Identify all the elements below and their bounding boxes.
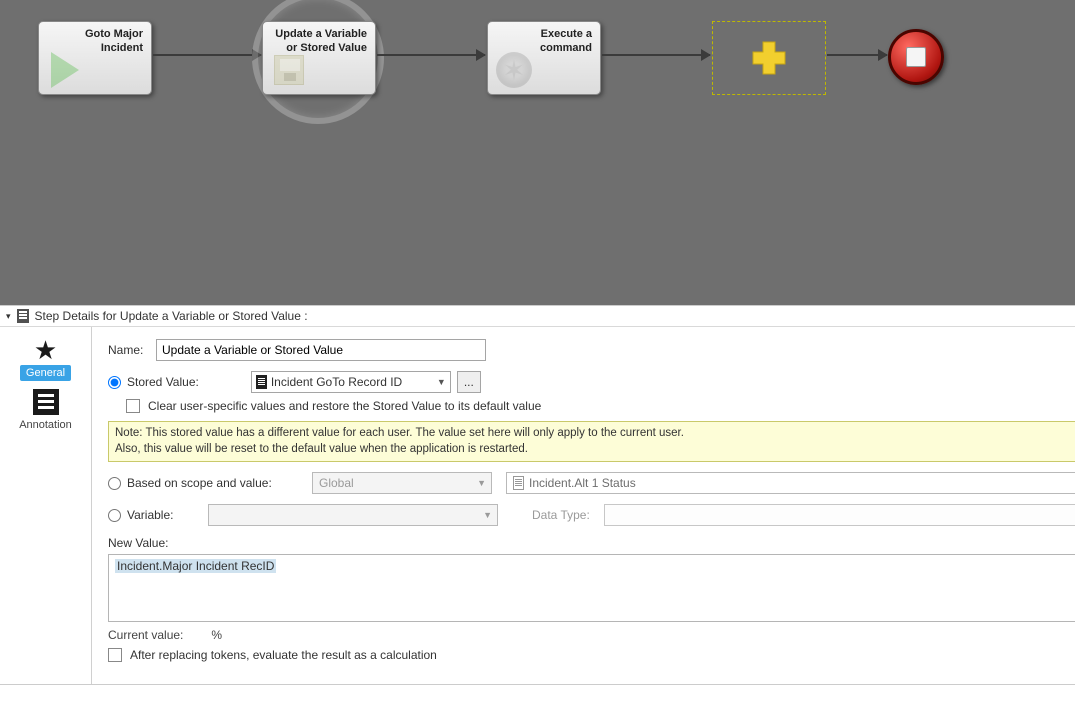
stored-value-select[interactable]: Incident GoTo Record ID ▼ <box>251 371 451 393</box>
step-execute-command[interactable]: Execute a command <box>487 21 601 95</box>
clear-values-label: Clear user-specific values and restore t… <box>148 399 541 413</box>
name-label: Name: <box>108 343 156 357</box>
details-header-icon <box>17 309 29 323</box>
scope-field[interactable]: Incident.Alt 1 Status <box>506 472 1075 494</box>
evaluate-calc-checkbox[interactable] <box>108 648 122 662</box>
play-icon <box>47 52 83 88</box>
star-icon: ★ <box>0 337 91 363</box>
name-input[interactable] <box>156 339 486 361</box>
variable-combo[interactable]: ▼ <box>208 504 498 526</box>
step-update-variable[interactable]: Update a Variable or Stored Value <box>262 21 376 95</box>
scope-radio[interactable] <box>108 477 121 490</box>
stop-node[interactable] <box>888 29 944 85</box>
note-line-2: Also, this value will be reset to the de… <box>115 442 1069 458</box>
evaluate-calc-label: After replacing tokens, evaluate the res… <box>130 648 437 662</box>
new-value-textarea[interactable]: Incident.Major Incident RecID <box>108 554 1075 622</box>
step-label: Goto Major Incident <box>47 28 143 56</box>
scope-combo-value: Global <box>319 476 354 490</box>
variable-radio[interactable] <box>108 509 121 522</box>
clear-values-checkbox[interactable] <box>126 399 140 413</box>
step-details-header: ▾ Step Details for Update a Variable or … <box>0 305 1075 327</box>
new-value-label: New Value: <box>108 536 168 550</box>
tab-general[interactable]: ★ General <box>0 337 91 385</box>
tab-label: Annotation <box>13 417 78 433</box>
plus-icon <box>749 38 789 78</box>
gear-icon <box>496 52 532 88</box>
new-value-token: Incident.Major Incident RecID <box>115 559 276 573</box>
flow-arrow <box>602 54 710 56</box>
note-line-1: Note: This stored value has a different … <box>115 426 1069 442</box>
flow-arrow <box>827 54 887 56</box>
add-step-placeholder[interactable] <box>712 21 826 95</box>
annotation-icon <box>33 389 59 415</box>
tab-annotation[interactable]: Annotation <box>0 389 91 437</box>
scope-combo[interactable]: Global ▼ <box>312 472 492 494</box>
stored-value-browse-button[interactable]: ... <box>457 371 481 393</box>
current-value-text: % <box>211 628 222 642</box>
datatype-label: Data Type: <box>532 508 590 522</box>
save-icon <box>271 52 307 88</box>
form-area: Name: Stored Value: Incident GoTo Record… <box>92 327 1075 684</box>
chevron-down-icon: ▼ <box>437 377 446 387</box>
chevron-down-icon: ▼ <box>477 478 486 488</box>
stored-value-selected: Incident GoTo Record ID <box>271 375 402 389</box>
variable-label: Variable: <box>127 508 173 522</box>
datatype-input[interactable] <box>604 504 1075 526</box>
collapse-chevron-icon[interactable]: ▾ <box>6 311 11 322</box>
scope-field-value: Incident.Alt 1 Status <box>529 476 636 490</box>
note-box: Note: This stored value has a different … <box>108 421 1075 462</box>
chevron-down-icon: ▼ <box>483 510 492 520</box>
tab-label: General <box>20 365 71 381</box>
step-details-body: ★ General Annotation Name: Stored Value:… <box>0 327 1075 685</box>
flow-arrow <box>377 54 485 56</box>
workflow-canvas[interactable]: Goto Major Incident Update a Variable or… <box>0 0 1075 305</box>
side-tabs: ★ General Annotation <box>0 327 92 684</box>
document-icon <box>513 476 524 490</box>
step-goto-major-incident[interactable]: Goto Major Incident <box>38 21 152 95</box>
flow-arrow <box>153 54 261 56</box>
stored-value-radio[interactable] <box>108 376 121 389</box>
scope-label: Based on scope and value: <box>127 476 272 490</box>
document-icon <box>256 375 267 389</box>
stored-value-label: Stored Value: <box>127 375 199 389</box>
step-details-title: Step Details for Update a Variable or St… <box>35 309 308 323</box>
stop-icon <box>906 47 926 67</box>
step-label: Execute a command <box>496 28 592 56</box>
step-label: Update a Variable or Stored Value <box>271 28 367 56</box>
current-value-label: Current value: <box>108 628 183 642</box>
